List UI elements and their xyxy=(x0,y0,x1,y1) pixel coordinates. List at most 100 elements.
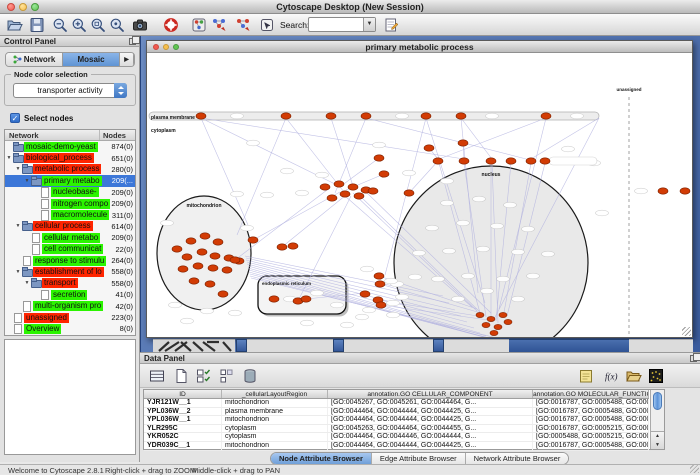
network-node[interactable] xyxy=(541,113,551,119)
network-node[interactable] xyxy=(354,193,364,199)
column-header[interactable]: annotation.GO CELLULAR_COMPONENT xyxy=(328,390,533,398)
tab-network-attribute-browser[interactable]: Network Attribute Browser xyxy=(466,453,569,464)
network-node[interactable] xyxy=(374,273,384,279)
table-mode-icon[interactable] xyxy=(148,367,166,385)
network-node[interactable] xyxy=(230,257,240,263)
network-node[interactable] xyxy=(486,158,496,164)
tree-row[interactable]: ▼biological_process651(0) xyxy=(5,152,135,163)
delete-attribute-icon[interactable] xyxy=(241,367,259,385)
network-node[interactable] xyxy=(172,246,182,252)
tree-row[interactable]: secretion41(0) xyxy=(5,289,135,300)
tab-mosaic[interactable]: Mosaic xyxy=(63,53,120,66)
network-node[interactable] xyxy=(205,281,215,287)
network-node[interactable] xyxy=(374,155,384,161)
tree-column-nodes[interactable]: Nodes xyxy=(99,130,135,140)
background-window-edge[interactable] xyxy=(333,339,344,352)
formula-builder-icon[interactable]: f(x) xyxy=(603,367,621,385)
birds-eye-view[interactable] xyxy=(4,339,136,455)
network-edge[interactable] xyxy=(237,118,286,235)
network-node[interactable] xyxy=(433,158,443,164)
background-window-strip[interactable] xyxy=(247,339,333,352)
network-edge[interactable] xyxy=(286,118,344,192)
table-row[interactable]: YKR052Ccytoplasm[GO:0044464, GO:0044446,… xyxy=(144,433,649,442)
column-header[interactable]: ID xyxy=(144,390,222,398)
network-edge[interactable] xyxy=(341,158,379,186)
region-plasma-membrane[interactable] xyxy=(149,112,599,120)
table-row[interactable]: YDR039C__1mitochondrion[GO:0044464, GO:0… xyxy=(144,442,649,451)
tree-row[interactable]: ▼primary metabo209(... xyxy=(5,175,135,186)
vizmapper-icon[interactable] xyxy=(190,16,208,34)
tree-row[interactable]: macromolecule311(0) xyxy=(5,209,135,220)
tree-row[interactable]: ▼cellular process614(0) xyxy=(5,221,135,232)
network-node[interactable] xyxy=(189,278,199,284)
network-node[interactable] xyxy=(320,184,330,190)
background-window-strip[interactable] xyxy=(344,339,433,352)
network-window-titlebar[interactable]: primary metabolic process xyxy=(147,41,692,53)
network-node[interactable] xyxy=(288,243,298,249)
network-node[interactable] xyxy=(456,113,466,119)
network-node[interactable] xyxy=(458,140,468,146)
network-node[interactable] xyxy=(334,181,344,187)
network-node[interactable] xyxy=(200,233,210,239)
save-icon[interactable] xyxy=(28,16,46,34)
tree-row[interactable]: nitrogen compo209(0) xyxy=(5,198,135,209)
network-node[interactable] xyxy=(404,190,414,196)
zoom-view-icon[interactable] xyxy=(173,44,179,50)
network-node[interactable] xyxy=(459,158,469,164)
background-window-edge[interactable] xyxy=(236,339,247,352)
notes-icon[interactable] xyxy=(577,367,595,385)
zoom-selected-icon[interactable] xyxy=(89,16,107,34)
network-node[interactable] xyxy=(421,113,431,119)
network-node[interactable] xyxy=(490,330,498,335)
tree-row[interactable]: cell communicat22(0) xyxy=(5,244,135,255)
matrix-view-icon[interactable] xyxy=(647,367,665,385)
dropdown-stepper-icon[interactable] xyxy=(114,83,127,98)
help-ring-icon[interactable] xyxy=(162,16,180,34)
open-file-icon[interactable] xyxy=(6,16,24,34)
expander-icon[interactable]: ▼ xyxy=(14,166,22,172)
tree-row[interactable]: cellular metabo209(0) xyxy=(5,232,135,243)
column-header[interactable]: _cellularLayoutRegion xyxy=(222,390,328,398)
search-dropdown-icon[interactable]: ▼ xyxy=(363,18,375,31)
tab-network[interactable]: Network xyxy=(6,53,63,66)
tree-row[interactable]: ▼establishment of lo558(0) xyxy=(5,266,135,277)
column-header[interactable]: annotation.GO MOLECULAR_FUNCTION xyxy=(533,390,649,398)
tree-row[interactable]: Overview8(0) xyxy=(5,323,135,334)
expander-icon[interactable]: ▼ xyxy=(23,280,31,286)
create-network-icon[interactable] xyxy=(210,16,228,34)
zoom-fit-icon[interactable] xyxy=(108,16,126,34)
network-node[interactable] xyxy=(361,113,371,119)
tree-row[interactable]: unassigned223(0) xyxy=(5,312,135,323)
float-panel-icon[interactable] xyxy=(129,38,136,45)
network-edge[interactable] xyxy=(439,118,546,159)
tab-node-attribute-browser[interactable]: Node Attribute Browser xyxy=(271,453,372,464)
minimize-view-icon[interactable] xyxy=(163,44,169,50)
unselect-attributes-icon[interactable] xyxy=(217,367,235,385)
create-network-from-selection-icon[interactable] xyxy=(234,16,252,34)
tree-row[interactable]: response to stimulu264(0) xyxy=(5,255,135,266)
expander-icon[interactable]: ▼ xyxy=(14,269,22,275)
expander-icon[interactable]: ▼ xyxy=(5,155,13,161)
network-node[interactable] xyxy=(340,191,350,197)
network-node[interactable] xyxy=(680,188,690,194)
close-view-icon[interactable] xyxy=(153,44,159,50)
search-combobox[interactable]: ▼ xyxy=(308,17,376,32)
network-node[interactable] xyxy=(424,145,434,151)
network-node[interactable] xyxy=(218,291,228,297)
network-edge[interactable] xyxy=(366,118,530,160)
background-window-strip[interactable] xyxy=(444,339,509,352)
zoom-out-icon[interactable] xyxy=(51,16,69,34)
network-node[interactable] xyxy=(197,249,207,255)
network-node[interactable] xyxy=(193,263,203,269)
select-attributes-icon[interactable] xyxy=(195,367,213,385)
scrollbar-arrows[interactable]: ▲▼ xyxy=(651,431,664,449)
network-node[interactable] xyxy=(327,195,337,201)
scrollbar-thumb[interactable] xyxy=(653,392,662,410)
zoom-in-icon[interactable] xyxy=(70,16,88,34)
snapshot-icon[interactable] xyxy=(131,16,149,34)
network-node[interactable] xyxy=(326,113,336,119)
network-node[interactable] xyxy=(540,158,550,164)
network-canvas[interactable]: plasma membranecytoplasmmitochondrionnuc… xyxy=(147,53,692,337)
network-edge[interactable] xyxy=(461,118,492,159)
network-node[interactable] xyxy=(375,281,385,287)
